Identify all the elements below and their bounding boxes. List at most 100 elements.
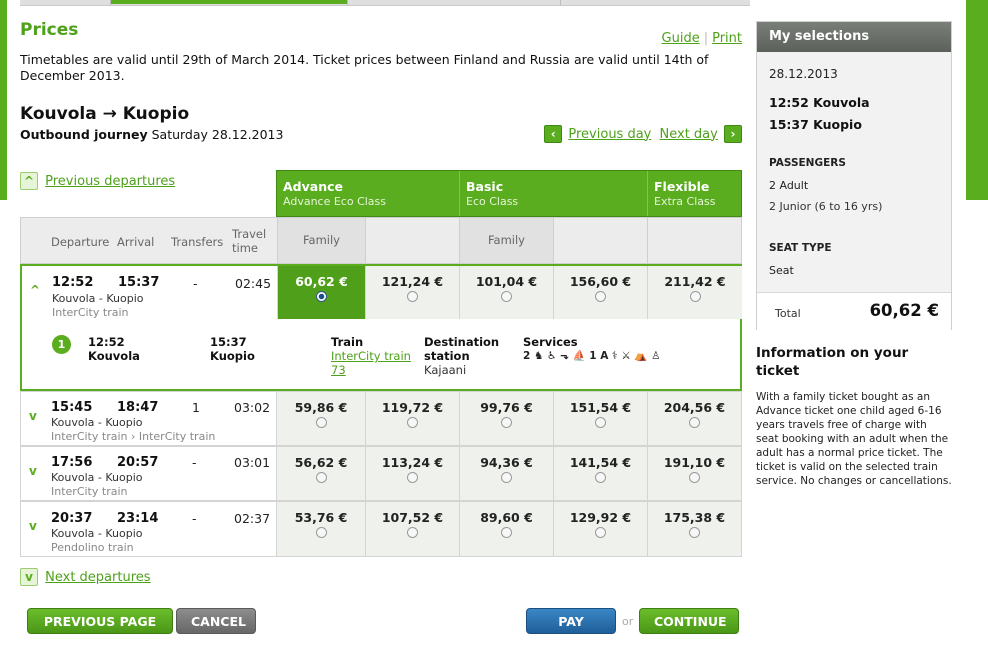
price-radio[interactable]: [595, 527, 606, 538]
right-accent-bar: [966, 0, 988, 200]
route-text: Kouvola - Kuopio: [51, 527, 143, 540]
fare-class-basic: Basic Eco Class: [459, 171, 647, 216]
seat-type-value: Seat: [769, 264, 794, 277]
validity-notice: Timetables are valid until 29th of March…: [20, 52, 709, 83]
fare-class-advance: Advance Advance Eco Class: [283, 179, 387, 208]
price-advance[interactable]: 119,72 €: [365, 392, 459, 445]
previous-departures: ^ Previous departures: [20, 172, 175, 190]
price-basic[interactable]: 141,54 €: [553, 447, 647, 500]
price-advance-family[interactable]: 59,86 €: [276, 392, 365, 445]
price-basic-family[interactable]: 99,76 €: [459, 392, 553, 445]
departure-row[interactable]: v 15:45 18:47 Kouvola - Kuopio InterCity…: [20, 391, 742, 446]
price-basic[interactable]: 151,54 €: [553, 392, 647, 445]
next-departures-link[interactable]: Next departures: [45, 570, 150, 585]
price-flexible[interactable]: 175,38 €: [647, 502, 741, 556]
price-advance[interactable]: 107,52 €: [365, 502, 459, 556]
chevron-down-icon[interactable]: v: [29, 409, 37, 423]
travel-time: 02:45: [235, 276, 272, 291]
or-text: or: [622, 615, 634, 628]
train-type: InterCity train: [52, 306, 129, 319]
train-link[interactable]: InterCity train 73: [331, 349, 421, 377]
price-radio[interactable]: [316, 291, 327, 302]
departure-time: 17:56: [51, 455, 93, 470]
price-basic[interactable]: 156,60 €: [553, 266, 647, 319]
departure-row[interactable]: v 20:37 23:14 Kouvola - Kuopio Pendolino…: [20, 501, 742, 557]
train-label: Train: [331, 335, 364, 349]
price-radio[interactable]: [501, 472, 512, 483]
price-basic[interactable]: 129,92 €: [553, 502, 647, 556]
chevron-up-icon[interactable]: ^: [30, 283, 40, 297]
departure-row[interactable]: v 17:56 20:57 Kouvola - Kuopio InterCity…: [20, 446, 742, 501]
next-day-link[interactable]: Next day: [660, 127, 718, 142]
day-navigation: ‹ Previous day Next day ›: [544, 125, 742, 143]
transfers-count: -: [193, 276, 198, 291]
seat-type-label: SEAT TYPE: [769, 242, 832, 254]
guide-link[interactable]: Guide: [662, 31, 700, 46]
col-travel-time: Travel time: [232, 227, 267, 255]
chevron-right-icon[interactable]: ›: [724, 125, 742, 143]
departure-time: 20:37: [51, 511, 93, 526]
train-type: InterCity train: [51, 485, 128, 498]
price-advance[interactable]: 113,24 €: [365, 447, 459, 500]
outbound-label: Outbound journey: [20, 127, 148, 142]
fare-class-header: Advance Advance Eco Class Basic Eco Clas…: [276, 170, 742, 217]
price-advance-family[interactable]: 60,62 €: [277, 266, 365, 319]
previous-page-button[interactable]: PREVIOUS PAGE: [27, 608, 173, 634]
passengers-label: PASSENGERS: [769, 157, 846, 169]
chevron-down-icon[interactable]: v: [29, 464, 37, 478]
route-text: Kouvola - Kuopio: [52, 292, 144, 305]
price-radio[interactable]: [407, 417, 418, 428]
price-radio[interactable]: [595, 417, 606, 428]
col-departure: Departure: [51, 235, 110, 249]
print-link[interactable]: Print: [712, 31, 742, 46]
price-advance-family[interactable]: 56,62 €: [276, 447, 365, 500]
route-text: Kouvola - Kuopio: [51, 471, 143, 484]
train-type: InterCity train › InterCity train: [51, 430, 216, 443]
arrival-time: 18:47: [117, 400, 159, 415]
price-radio[interactable]: [689, 527, 700, 538]
progress-steps: [20, 0, 750, 6]
price-radio[interactable]: [501, 417, 512, 428]
price-radio[interactable]: [689, 417, 700, 428]
previous-departures-link[interactable]: Previous departures: [45, 174, 175, 189]
transfers-count: -: [192, 511, 197, 526]
price-flexible[interactable]: 204,56 €: [647, 392, 741, 445]
price-radio[interactable]: [407, 472, 418, 483]
progress-step-current: [110, 0, 347, 4]
cancel-button[interactable]: CANCEL: [176, 608, 256, 634]
ticket-info-heading: Information on your ticket: [756, 345, 909, 379]
chevron-up-icon[interactable]: ^: [20, 172, 38, 190]
price-radio[interactable]: [407, 527, 418, 538]
price-radio[interactable]: [315, 417, 327, 428]
services-icons: 2 ♞ ♿ ⬎ ⛵ 1 A ⚕ ⚔ ⛺ ♙: [523, 350, 661, 362]
price-basic-family[interactable]: 89,60 €: [459, 502, 553, 556]
price-flexible[interactable]: 211,42 €: [647, 266, 742, 319]
next-departures: v Next departures: [20, 568, 151, 586]
price-radio[interactable]: [315, 527, 327, 538]
continue-button[interactable]: CONTINUE: [639, 608, 739, 634]
selection-date: 28.12.2013: [769, 67, 838, 81]
price-basic-family[interactable]: 101,04 €: [459, 266, 553, 319]
outbound-date: Saturday 28.12.2013: [151, 127, 284, 142]
left-accent-bar: [0, 0, 7, 200]
price-radio[interactable]: [407, 291, 418, 302]
price-radio[interactable]: [595, 472, 606, 483]
travel-time: 02:37: [234, 511, 271, 526]
price-advance[interactable]: 121,24 €: [365, 266, 459, 319]
price-advance-family[interactable]: 53,76 €: [276, 502, 365, 556]
leg-arr-station: Kuopio: [210, 349, 255, 363]
pay-now-button[interactable]: PAY NOW: [526, 608, 616, 655]
price-radio[interactable]: [689, 291, 701, 302]
price-radio[interactable]: [595, 291, 606, 302]
price-radio[interactable]: [501, 527, 512, 538]
chevron-down-icon[interactable]: v: [20, 568, 38, 586]
chevron-down-icon[interactable]: v: [29, 519, 37, 533]
previous-day-link[interactable]: Previous day: [568, 127, 651, 142]
price-basic-family[interactable]: 94,36 €: [459, 447, 553, 500]
price-radio[interactable]: [501, 291, 512, 302]
price-radio[interactable]: [689, 472, 700, 483]
price-radio[interactable]: [315, 472, 327, 483]
price-flexible[interactable]: 191,10 €: [647, 447, 741, 500]
col-transfers: Transfers: [171, 235, 224, 249]
chevron-left-icon[interactable]: ‹: [544, 125, 563, 143]
